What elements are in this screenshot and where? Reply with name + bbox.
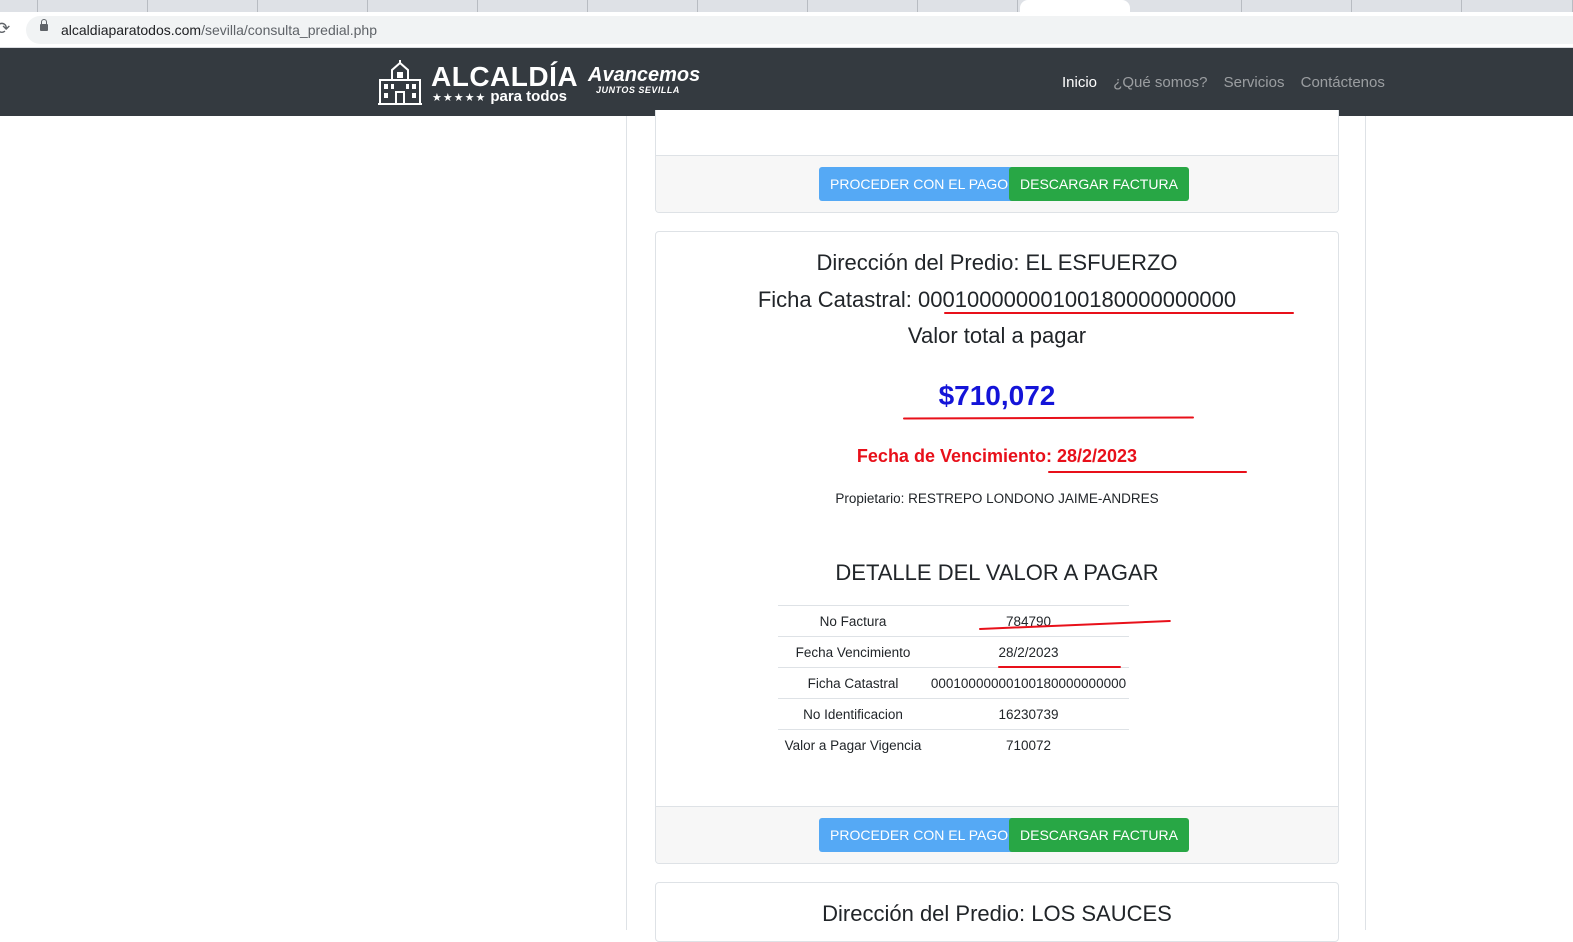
pay-button[interactable]: PROCEDER CON EL PAGO [819,167,1020,201]
browser-addressbar: ⟳ alcaldiaparatodos.com/sevilla/consulta… [0,12,1573,48]
site-navbar: ALCALDÍA ★★★★★ para todos Avancemos JUNTO… [0,48,1573,116]
card-footer: PROCEDER CON EL PAGO DESCARGAR FACTURA [656,155,1338,212]
property-card: Dirección del Predio: LOS SAUCES [655,882,1339,942]
browser-tab-active[interactable] [1020,0,1130,12]
cadastral-record: Ficha Catastral: 00010000000100180000000… [757,287,1237,312]
annotation-underline [998,666,1121,668]
browser-tab[interactable] [918,0,1018,12]
table-row: Valor a Pagar Vigencia 710072 [778,729,1129,761]
total-label: Valor total a pagar [907,323,1087,348]
property-card: Dirección del Predio: EL ESFUERZO Ficha … [655,231,1339,864]
nav-link-que-somos[interactable]: ¿Qué somos? [1113,74,1207,91]
detail-label: No Factura [778,605,928,637]
browser-tab[interactable] [38,0,148,12]
browser-tab[interactable] [0,0,38,12]
browser-tab[interactable] [258,0,368,12]
property-address: Dirección del Predio: EL ESFUERZO [816,250,1178,275]
detail-label: Fecha Vencimiento [778,636,928,668]
browser-tab[interactable] [1352,0,1462,12]
browser-tab[interactable] [1462,0,1573,12]
download-invoice-button[interactable]: DESCARGAR FACTURA [1009,167,1189,201]
total-amount: $710,072 [938,380,1056,411]
detail-title: DETALLE DEL VALOR A PAGAR [835,560,1159,585]
pay-button[interactable]: PROCEDER CON EL PAGO [819,818,1020,852]
browser-tab[interactable] [1132,0,1242,12]
annotation-underline [902,416,1195,420]
reload-icon[interactable]: ⟳ [0,19,16,39]
city-hall-icon [378,60,422,105]
nav-links: Inicio ¿Qué somos? Servicios Contáctenos [1062,74,1397,91]
detail-table: No Factura 784790 Fecha Vencimiento 28/2/2… [778,605,1129,761]
browser-tab[interactable] [368,0,478,12]
cadastral-number: 00010000000100180000000000 [918,287,1237,312]
logo-subtitle: ★★★★★ para todos [432,88,567,105]
url-text[interactable]: alcaldiaparatodos.com/sevilla/consulta_p… [61,22,377,38]
table-row: Fecha Vencimiento 28/2/2023 [778,636,1129,668]
browser-tab[interactable] [478,0,588,12]
browser-tab[interactable] [698,0,808,12]
detail-value: 28/2/2023 [928,636,1129,668]
card-footer: PROCEDER CON EL PAGO DESCARGAR FACTURA [656,806,1338,863]
url-input[interactable]: alcaldiaparatodos.com/sevilla/consulta_p… [26,16,1573,44]
detail-value: 16230739 [928,698,1129,730]
avancemos-logo: Avancemos JUNTOS SEVILLA [588,64,701,95]
detail-value: 710072 [928,729,1129,761]
browser-tabstrip [0,0,1573,12]
nav-link-contactenos[interactable]: Contáctenos [1301,74,1385,91]
detail-label: No Identificacion [778,698,928,730]
detail-label: Valor a Pagar Vigencia [778,729,928,761]
nav-link-inicio[interactable]: Inicio [1062,74,1097,91]
owner-name: Propietario: RESTREPO LONDONO JAIME-ANDR… [835,491,1159,506]
nav-link-servicios[interactable]: Servicios [1224,74,1285,91]
main-content: PROCEDER CON EL PAGO DESCARGAR FACTURA D… [626,110,1366,942]
annotation-underline [944,312,1294,314]
table-row: No Factura 784790 [778,605,1129,637]
lock-icon[interactable] [40,19,48,31]
detail-value: 784790 [928,605,1129,637]
due-date-value: 28/2/2023 [1056,446,1138,466]
table-row: Ficha Catastral 0001000000010018000000000… [778,667,1129,699]
annotation-underline [1048,471,1247,473]
browser-tab[interactable] [1242,0,1352,12]
table-row: No Identificacion 16230739 [778,698,1129,730]
due-date: Fecha de Vencimiento: 28/2/2023 [856,446,1138,466]
browser-tab[interactable] [148,0,258,12]
browser-tab[interactable] [588,0,698,12]
property-card: PROCEDER CON EL PAGO DESCARGAR FACTURA [655,110,1339,213]
detail-value: 00010000000100180000000000 [928,667,1129,699]
detail-label: Ficha Catastral [778,667,928,699]
browser-tab[interactable] [808,0,918,12]
download-invoice-button[interactable]: DESCARGAR FACTURA [1009,818,1189,852]
property-address: Dirección del Predio: LOS SAUCES [822,901,1172,926]
